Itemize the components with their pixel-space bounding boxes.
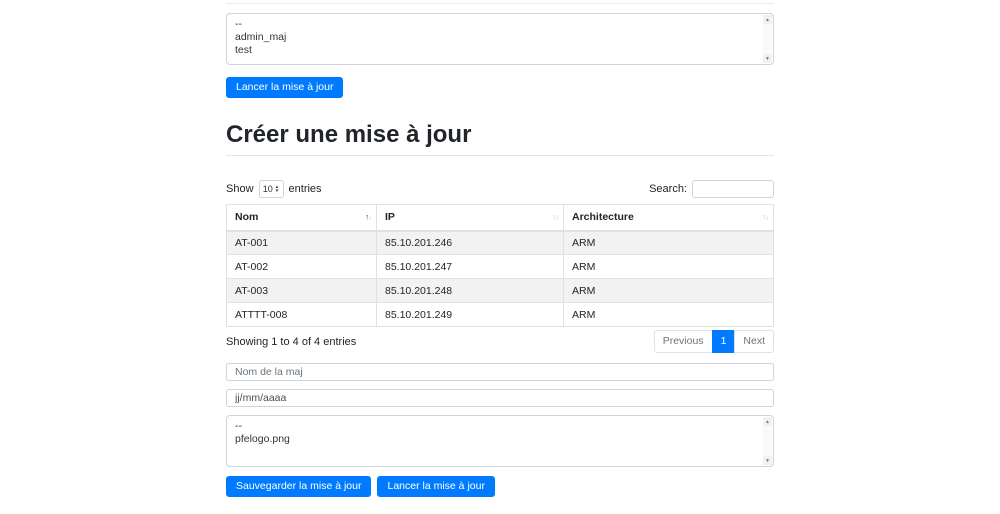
table-row: AT-003 85.10.201.248 ARM bbox=[227, 279, 774, 303]
column-label: Nom bbox=[235, 211, 258, 223]
scroll-up-icon[interactable] bbox=[763, 15, 772, 24]
search-control: Search: bbox=[649, 180, 774, 198]
list-item[interactable]: -- bbox=[235, 18, 773, 31]
update-name-input[interactable] bbox=[226, 363, 774, 381]
launch-update-button[interactable]: Lancer la mise à jour bbox=[226, 77, 343, 98]
entries-length-control: Show 10 entries bbox=[226, 180, 322, 198]
pagination: Previous 1 Next bbox=[654, 330, 774, 353]
files-options: -- pfelogo.png bbox=[227, 416, 773, 446]
pagination-page-1[interactable]: 1 bbox=[712, 330, 736, 353]
show-label: Show bbox=[226, 183, 254, 195]
column-header-architecture[interactable]: Architecture bbox=[564, 205, 774, 231]
devices-table: Nom IP Architecture AT-001 85.10.201.246… bbox=[226, 204, 774, 327]
pagination-previous[interactable]: Previous bbox=[654, 330, 713, 353]
scrollbar[interactable] bbox=[763, 417, 772, 465]
page-size-select[interactable]: 10 bbox=[259, 180, 284, 198]
search-label: Search: bbox=[649, 183, 687, 195]
launch-update-button-2[interactable]: Lancer la mise à jour bbox=[377, 476, 494, 497]
cell-nom: AT-001 bbox=[227, 231, 377, 255]
entries-label: entries bbox=[289, 183, 322, 195]
scrollbar[interactable] bbox=[763, 15, 772, 63]
title-divider bbox=[226, 155, 774, 156]
column-label: IP bbox=[385, 211, 395, 223]
list-item[interactable]: admin_maj bbox=[235, 31, 773, 44]
versions-listbox[interactable]: -- admin_maj test bbox=[226, 13, 774, 65]
files-listbox[interactable]: -- pfelogo.png bbox=[226, 415, 774, 467]
update-date-input[interactable] bbox=[226, 389, 774, 407]
list-item[interactable]: -- bbox=[235, 420, 773, 433]
column-header-ip[interactable]: IP bbox=[377, 205, 564, 231]
save-update-button[interactable]: Sauvegarder la mise à jour bbox=[226, 476, 371, 497]
column-header-nom[interactable]: Nom bbox=[227, 205, 377, 231]
cell-architecture: ARM bbox=[564, 303, 774, 327]
cell-ip: 85.10.201.249 bbox=[377, 303, 564, 327]
page-title: Créer une mise à jour bbox=[226, 122, 774, 148]
table-row: AT-002 85.10.201.247 ARM bbox=[227, 255, 774, 279]
scroll-down-icon[interactable] bbox=[763, 54, 772, 63]
table-header-row: Nom IP Architecture bbox=[227, 205, 774, 231]
section-divider-top bbox=[226, 3, 774, 4]
table-row: AT-001 85.10.201.246 ARM bbox=[227, 231, 774, 255]
pagination-next[interactable]: Next bbox=[734, 330, 774, 353]
select-spinner-icon bbox=[275, 185, 279, 193]
search-input[interactable] bbox=[692, 180, 774, 198]
cell-architecture: ARM bbox=[564, 231, 774, 255]
column-label: Architecture bbox=[572, 211, 634, 223]
table-row: ATTTT-008 85.10.201.249 ARM bbox=[227, 303, 774, 327]
table-info: Showing 1 to 4 of 4 entries bbox=[226, 336, 356, 348]
page-size-value: 10 bbox=[263, 184, 273, 194]
list-item[interactable]: test bbox=[235, 44, 773, 57]
scroll-up-icon[interactable] bbox=[763, 417, 772, 426]
cell-nom: AT-003 bbox=[227, 279, 377, 303]
list-item[interactable]: pfelogo.png bbox=[235, 433, 773, 446]
cell-ip: 85.10.201.246 bbox=[377, 231, 564, 255]
cell-architecture: ARM bbox=[564, 279, 774, 303]
cell-ip: 85.10.201.247 bbox=[377, 255, 564, 279]
sort-icon bbox=[552, 213, 558, 222]
cell-nom: AT-002 bbox=[227, 255, 377, 279]
cell-nom: ATTTT-008 bbox=[227, 303, 377, 327]
cell-ip: 85.10.201.248 bbox=[377, 279, 564, 303]
scroll-down-icon[interactable] bbox=[763, 456, 772, 465]
sort-icon bbox=[365, 213, 371, 222]
cell-architecture: ARM bbox=[564, 255, 774, 279]
main-content: -- admin_maj test Lancer la mise à jour … bbox=[226, 3, 774, 497]
versions-options: -- admin_maj test bbox=[227, 14, 773, 57]
sort-icon bbox=[762, 213, 768, 222]
